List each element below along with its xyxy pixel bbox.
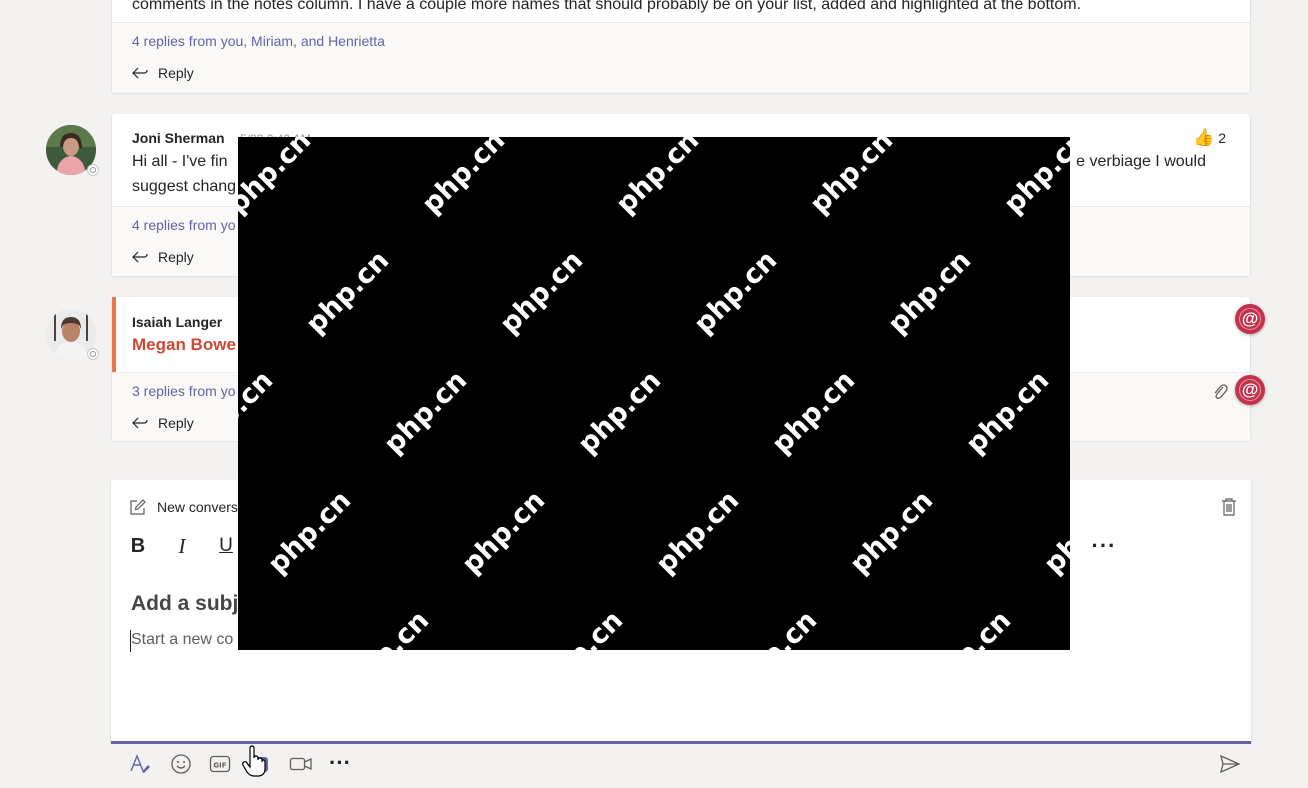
presence-offline-icon bbox=[87, 164, 99, 176]
compose-icon bbox=[130, 499, 146, 515]
emoji-icon[interactable] bbox=[170, 753, 192, 775]
reply-label: Reply bbox=[158, 249, 194, 265]
sender-name[interactable]: Joni Sherman bbox=[132, 130, 225, 146]
watermark-text: php.cn bbox=[998, 137, 1070, 221]
replies-section: 4 replies from you, Miriam, and Henriett… bbox=[112, 22, 1250, 93]
watermark-text: php.cn bbox=[960, 364, 1056, 461]
watermark-text: php.cn bbox=[238, 137, 318, 221]
svg-text:GIF: GIF bbox=[213, 762, 226, 770]
reply-button[interactable]: Reply bbox=[132, 415, 194, 431]
underline-button[interactable]: U bbox=[215, 535, 237, 557]
bold-button[interactable]: B bbox=[127, 535, 149, 557]
more-apps-icon[interactable]: ··· bbox=[329, 750, 351, 776]
format-icon[interactable] bbox=[129, 753, 151, 775]
watermark-text: php.cn bbox=[300, 244, 396, 341]
reply-arrow-icon bbox=[132, 67, 148, 79]
new-conversation-label: New convers bbox=[157, 499, 238, 515]
more-options-icon[interactable]: ··· bbox=[1091, 533, 1117, 558]
reaction[interactable]: 👍 2 bbox=[1193, 128, 1226, 148]
watermark-text: php.cn bbox=[340, 605, 435, 650]
thread-card-1: comments in the notes column. I have a c… bbox=[112, 0, 1250, 93]
reaction-count: 2 bbox=[1218, 130, 1226, 146]
mention-badge-icon[interactable]: @ bbox=[1235, 375, 1265, 405]
watermark-text: php.cn bbox=[572, 364, 668, 461]
hand-cursor-icon bbox=[242, 745, 266, 777]
watermark-text: php.cn bbox=[416, 137, 512, 221]
message-body: comments in the notes column. I have a c… bbox=[132, 0, 1082, 13]
watermark-text: php.cn bbox=[262, 484, 358, 581]
watermark-text: php.cn bbox=[456, 484, 552, 581]
italic-button[interactable]: I bbox=[171, 534, 193, 558]
thumbs-up-icon: 👍 bbox=[1193, 128, 1215, 147]
gif-icon[interactable]: GIF bbox=[209, 753, 231, 775]
reply-label: Reply bbox=[158, 65, 194, 81]
replies-summary-link[interactable]: 3 replies from yo bbox=[132, 383, 235, 399]
new-conversation-header: New convers bbox=[129, 498, 238, 516]
watermark-text: php.cn bbox=[1038, 484, 1070, 581]
delete-icon[interactable] bbox=[1221, 498, 1237, 516]
watermark-text: php.cn bbox=[882, 244, 978, 341]
watermark-text: php.cn bbox=[378, 364, 474, 461]
watermark-text: php.cn bbox=[494, 244, 590, 341]
reply-arrow-icon bbox=[132, 417, 148, 429]
message-body-line1-end: e verbiage I would bbox=[1076, 153, 1206, 170]
subject-input[interactable]: Add a subj bbox=[131, 592, 238, 616]
watermark-overlay: php.cn php.cn php.cn php.cn php.cn php.cn php.… bbox=[238, 137, 1070, 650]
attachment-icon bbox=[1214, 384, 1228, 399]
message-input[interactable]: Start a new co bbox=[131, 631, 233, 649]
send-icon[interactable] bbox=[1219, 753, 1241, 775]
reply-arrow-icon bbox=[132, 251, 148, 263]
mention-name[interactable]: Megan Bowe bbox=[132, 335, 236, 355]
reply-button[interactable]: Reply bbox=[132, 249, 194, 265]
presence-offline-icon bbox=[87, 348, 99, 360]
compose-focus-underline bbox=[111, 741, 1251, 744]
watermark-text: php.cn bbox=[610, 137, 706, 221]
watermark-text: php.cn bbox=[804, 137, 900, 221]
sender-name[interactable]: Isaiah Langer bbox=[132, 314, 222, 330]
watermark-text: php.cn bbox=[728, 605, 823, 650]
watermark-text: php.cn bbox=[534, 605, 629, 650]
watermark-text: php.cn bbox=[766, 364, 862, 461]
watermark-text: php.cn bbox=[688, 244, 784, 341]
message-body-line1-start: Hi all - I've fin bbox=[132, 153, 228, 170]
reply-label: Reply bbox=[158, 415, 194, 431]
watermark-text: php.cn bbox=[844, 484, 940, 581]
reply-button[interactable]: Reply bbox=[132, 65, 194, 81]
mention-badge-icon[interactable]: @ bbox=[1235, 304, 1265, 334]
watermark-text: php.cn bbox=[650, 484, 746, 581]
watermark-text: php.cn bbox=[922, 605, 1017, 650]
replies-summary-link[interactable]: 4 replies from yo bbox=[132, 217, 235, 233]
replies-summary-link[interactable]: 4 replies from you, Miriam, and Henriett… bbox=[132, 33, 385, 49]
meet-now-icon[interactable] bbox=[289, 753, 313, 775]
watermark-text: php.cn bbox=[238, 364, 280, 461]
